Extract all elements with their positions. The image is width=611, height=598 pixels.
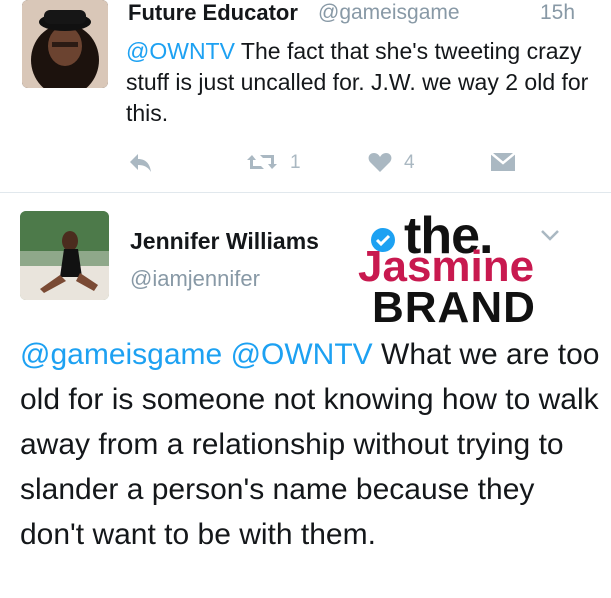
tweet-future-educator[interactable]: Future Educator @gameisgame 15h @OWNTV T… [0,0,611,192]
mention-link[interactable]: @gameisgame [20,338,222,371]
avatar-photo [22,0,108,88]
avatar-photo [20,211,109,300]
tweet-author-name[interactable]: Future Educator [128,0,298,26]
tweet-author-handle[interactable]: @gameisgame [318,1,460,25]
avatar-jennifer-williams[interactable] [20,211,109,300]
like-count: 4 [404,152,415,173]
tweet-actions: 1 4 [0,145,611,185]
tweet-author-handle[interactable]: @iamjennifer [130,266,260,292]
heart-icon[interactable] [368,152,392,178]
tweet-text: @gameisgame @OWNTV What we are too old f… [20,332,600,557]
retweet-count: 1 [290,152,301,173]
direct-message-icon[interactable] [490,152,516,177]
mention-link[interactable]: @OWNTV [126,38,235,64]
tweet-divider [0,192,611,193]
avatar-future-educator[interactable] [22,0,108,88]
chevron-down-icon[interactable] [540,228,560,247]
watermark-brand: BRAND [372,283,536,332]
tweet-author-name[interactable]: Jennifer Williams [130,228,319,255]
tweet-text: @OWNTV The fact that she's tweeting craz… [126,36,596,129]
tweet-timestamp[interactable]: 15h [540,1,575,25]
mention-link[interactable]: @OWNTV [231,338,373,371]
retweet-icon[interactable] [246,151,278,178]
reply-icon[interactable] [128,151,152,178]
